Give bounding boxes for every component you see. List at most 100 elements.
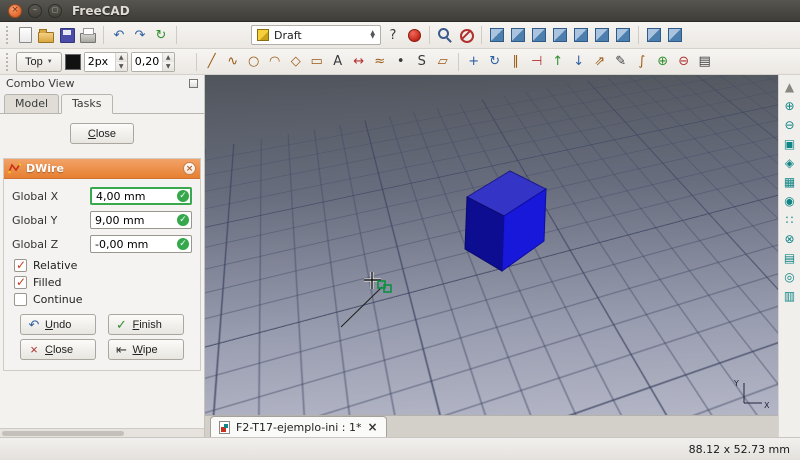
print-icon[interactable] xyxy=(79,26,97,44)
draft-move-icon[interactable] xyxy=(465,53,483,71)
separator xyxy=(196,53,197,71)
whats-this-icon[interactable] xyxy=(384,26,402,44)
view-front-icon[interactable] xyxy=(509,26,527,44)
draft-del-point-icon[interactable] xyxy=(675,53,693,71)
refresh-icon[interactable] xyxy=(152,26,170,44)
task-close-icon[interactable] xyxy=(183,162,196,175)
finish-icon xyxy=(115,318,129,332)
3d-viewport[interactable]: Y X F2-T17-ejemplo-ini : 1* xyxy=(205,75,778,437)
new-document-icon[interactable] xyxy=(16,26,34,44)
view-trimetric-icon[interactable] xyxy=(666,26,684,44)
view-right-icon[interactable] xyxy=(551,26,569,44)
draft-upgrade-icon[interactable] xyxy=(549,53,567,71)
draft-dimension-icon[interactable] xyxy=(350,53,368,71)
scale-input[interactable] xyxy=(132,53,162,71)
draft-trimex-icon[interactable] xyxy=(528,53,546,71)
view-axonometric-icon[interactable] xyxy=(488,26,506,44)
draft-point-icon[interactable] xyxy=(392,53,410,71)
stepper-arrows-icon[interactable]: ▲▼ xyxy=(162,53,174,71)
close-document-icon[interactable] xyxy=(368,421,378,433)
draft-wire-to-bspline-icon[interactable] xyxy=(633,53,651,71)
window-minimize-icon[interactable] xyxy=(28,4,42,18)
redo-icon[interactable] xyxy=(131,26,149,44)
box-zoom-icon[interactable] xyxy=(782,136,798,152)
valid-check-icon xyxy=(177,190,189,202)
undo-icon[interactable] xyxy=(110,26,128,44)
draft-bspline-icon[interactable] xyxy=(371,53,389,71)
line-color-swatch[interactable] xyxy=(65,54,81,70)
draft-circle-icon[interactable] xyxy=(245,53,263,71)
section-view-icon[interactable] xyxy=(782,231,798,247)
undock-icon[interactable] xyxy=(189,79,198,88)
continue-label: Continue xyxy=(33,293,82,306)
tab-model[interactable]: Model xyxy=(4,94,59,113)
view-top-icon[interactable] xyxy=(530,26,548,44)
separator xyxy=(458,53,459,71)
draft-wire-icon[interactable] xyxy=(224,53,242,71)
continue-checkbox[interactable]: Continue xyxy=(14,293,192,306)
scroll-up-icon[interactable] xyxy=(782,79,798,95)
close-task-button[interactable]: Close xyxy=(70,123,134,144)
line-width-input[interactable] xyxy=(85,53,115,71)
draft-add-point-icon[interactable] xyxy=(654,53,672,71)
panel-scrollbar[interactable] xyxy=(0,428,204,437)
global-z-row: Global Z xyxy=(12,235,192,253)
draft-facebinder-icon[interactable] xyxy=(434,53,452,71)
dwire-task-header[interactable]: DWire xyxy=(4,159,200,179)
scale-stepper[interactable]: ▲▼ xyxy=(131,52,175,72)
stepper-arrows-icon[interactable]: ▲▼ xyxy=(115,53,127,71)
macro-record-icon[interactable] xyxy=(405,26,423,44)
view-dimetric-icon[interactable] xyxy=(645,26,663,44)
finish-button[interactable]: Finish xyxy=(108,314,184,335)
fit-all-icon[interactable] xyxy=(782,155,798,171)
draft-edit-icon[interactable] xyxy=(612,53,630,71)
center-view-icon[interactable] xyxy=(782,193,798,209)
close-button[interactable]: Close xyxy=(20,339,96,360)
draft-offset-icon[interactable] xyxy=(507,53,525,71)
draft-scale-icon[interactable] xyxy=(591,53,609,71)
window-maximize-icon[interactable] xyxy=(48,4,62,18)
open-document-icon[interactable] xyxy=(37,26,55,44)
checkbox-checked-icon[interactable] xyxy=(14,276,27,289)
draft-polygon-icon[interactable] xyxy=(287,53,305,71)
filled-checkbox[interactable]: Filled xyxy=(14,276,192,289)
zoom-in-icon[interactable] xyxy=(782,98,798,114)
window-close-icon[interactable] xyxy=(8,4,22,18)
draft-rotate-icon[interactable] xyxy=(486,53,504,71)
workbench-selector[interactable]: Draft ▲▼ xyxy=(251,25,381,45)
undo-icon xyxy=(27,318,41,332)
checkbox-checked-icon[interactable] xyxy=(14,259,27,272)
draft-arc-icon[interactable] xyxy=(266,53,284,71)
zoom-fit-icon[interactable] xyxy=(436,26,454,44)
window-title: FreeCAD xyxy=(72,4,130,18)
measure-icon[interactable] xyxy=(782,288,798,304)
draft-rectangle-icon[interactable] xyxy=(308,53,326,71)
wipe-button[interactable]: Wipe xyxy=(108,339,184,360)
toolbar-grip[interactable] xyxy=(6,53,11,71)
snap-grid-icon[interactable] xyxy=(782,212,798,228)
view-bottom-icon[interactable] xyxy=(593,26,611,44)
orbit-view-icon[interactable] xyxy=(782,269,798,285)
line-width-stepper[interactable]: ▲▼ xyxy=(84,52,128,72)
view-rear-icon[interactable] xyxy=(572,26,590,44)
document-tab[interactable]: F2-T17-ejemplo-ini : 1* xyxy=(210,416,387,437)
view-left-icon[interactable] xyxy=(614,26,632,44)
draft-line-icon[interactable] xyxy=(203,53,221,71)
save-icon[interactable] xyxy=(58,26,76,44)
draft-shapestring-icon[interactable] xyxy=(413,53,431,71)
title-bar[interactable]: FreeCAD xyxy=(0,0,800,22)
draft-shape2view-icon[interactable] xyxy=(696,53,714,71)
draft-text-icon[interactable] xyxy=(329,53,347,71)
relative-checkbox[interactable]: Relative xyxy=(14,259,192,272)
working-plane-button[interactable]: Top ▼ xyxy=(16,52,62,72)
zoom-out-icon[interactable] xyxy=(782,117,798,133)
tab-tasks[interactable]: Tasks xyxy=(61,94,112,114)
draw-style-icon[interactable] xyxy=(457,26,475,44)
draft-downgrade-icon[interactable] xyxy=(570,53,588,71)
grid-toggle-icon[interactable] xyxy=(782,174,798,190)
undo-button[interactable]: Undo xyxy=(20,314,96,335)
checkbox-unchecked-icon[interactable] xyxy=(14,293,27,306)
layers-icon[interactable] xyxy=(782,250,798,266)
global-y-label: Global Y xyxy=(12,214,64,227)
toolbar-grip[interactable] xyxy=(6,26,11,44)
